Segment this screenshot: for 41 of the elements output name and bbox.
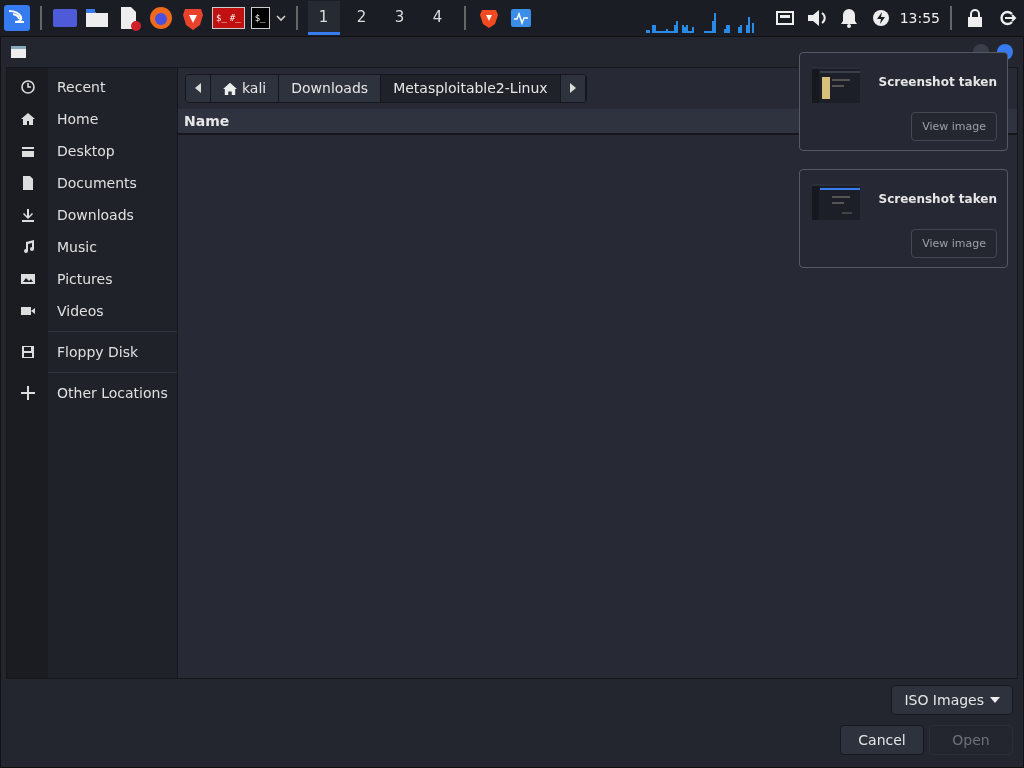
- back-arrow-button[interactable]: [186, 74, 211, 102]
- chevron-down-icon[interactable]: [275, 14, 286, 22]
- workspace-button[interactable]: 2: [345, 1, 378, 35]
- sidebar-item[interactable]: Home: [7, 103, 177, 135]
- clock-text[interactable]: 13:55: [899, 10, 940, 26]
- clock-icon: [19, 79, 36, 95]
- view-image-button[interactable]: View image: [911, 229, 997, 258]
- notification-title: Screenshot taken: [878, 75, 997, 89]
- sidebar-item[interactable]: Other Locations: [7, 377, 177, 409]
- sidebar-item[interactable]: Desktop: [7, 135, 177, 167]
- sidebar-item[interactable]: Floppy Disk: [7, 336, 177, 368]
- plus-icon: [19, 385, 36, 401]
- download-icon: [19, 207, 36, 223]
- globe-browser-icon[interactable]: [148, 5, 174, 31]
- workspace-button[interactable]: 1: [307, 1, 340, 35]
- dialog-button[interactable]: Cancel: [840, 725, 924, 755]
- house-icon: [223, 81, 237, 95]
- sidebar-item[interactable]: Videos: [7, 295, 177, 327]
- image-icon: [19, 271, 36, 287]
- caret-icon: [990, 697, 1000, 703]
- workspace-button[interactable]: 3: [383, 1, 416, 35]
- window-icon: [11, 46, 26, 58]
- house-icon: [19, 111, 36, 127]
- sidebar-item[interactable]: Music: [7, 231, 177, 263]
- sidebar-item[interactable]: Downloads: [7, 199, 177, 231]
- sidebar-item[interactable]: Pictures: [7, 263, 177, 295]
- root-terminal-icon[interactable]: $_ #_: [212, 7, 245, 29]
- left-triangle-icon: [195, 83, 201, 93]
- view-image-button[interactable]: View image: [911, 112, 997, 141]
- path-segment[interactable]: Downloads: [279, 74, 382, 102]
- workspace-button[interactable]: 4: [421, 1, 454, 35]
- column-header[interactable]: Name: [178, 113, 236, 129]
- sidebar-item[interactable]: Documents: [7, 167, 177, 199]
- right-triangle-icon: [569, 83, 576, 93]
- forward-arrow-button[interactable]: [560, 74, 586, 102]
- file-type-dropdown[interactable]: ISO Images: [891, 685, 1013, 715]
- notification-title: Screenshot taken: [878, 192, 997, 206]
- path-segment[interactable]: kali: [211, 74, 280, 102]
- terminal-icon[interactable]: $_: [250, 7, 270, 29]
- sidebar-item[interactable]: Recent: [7, 71, 177, 103]
- path-segment[interactable]: Metasploitable2-Linux: [381, 74, 561, 102]
